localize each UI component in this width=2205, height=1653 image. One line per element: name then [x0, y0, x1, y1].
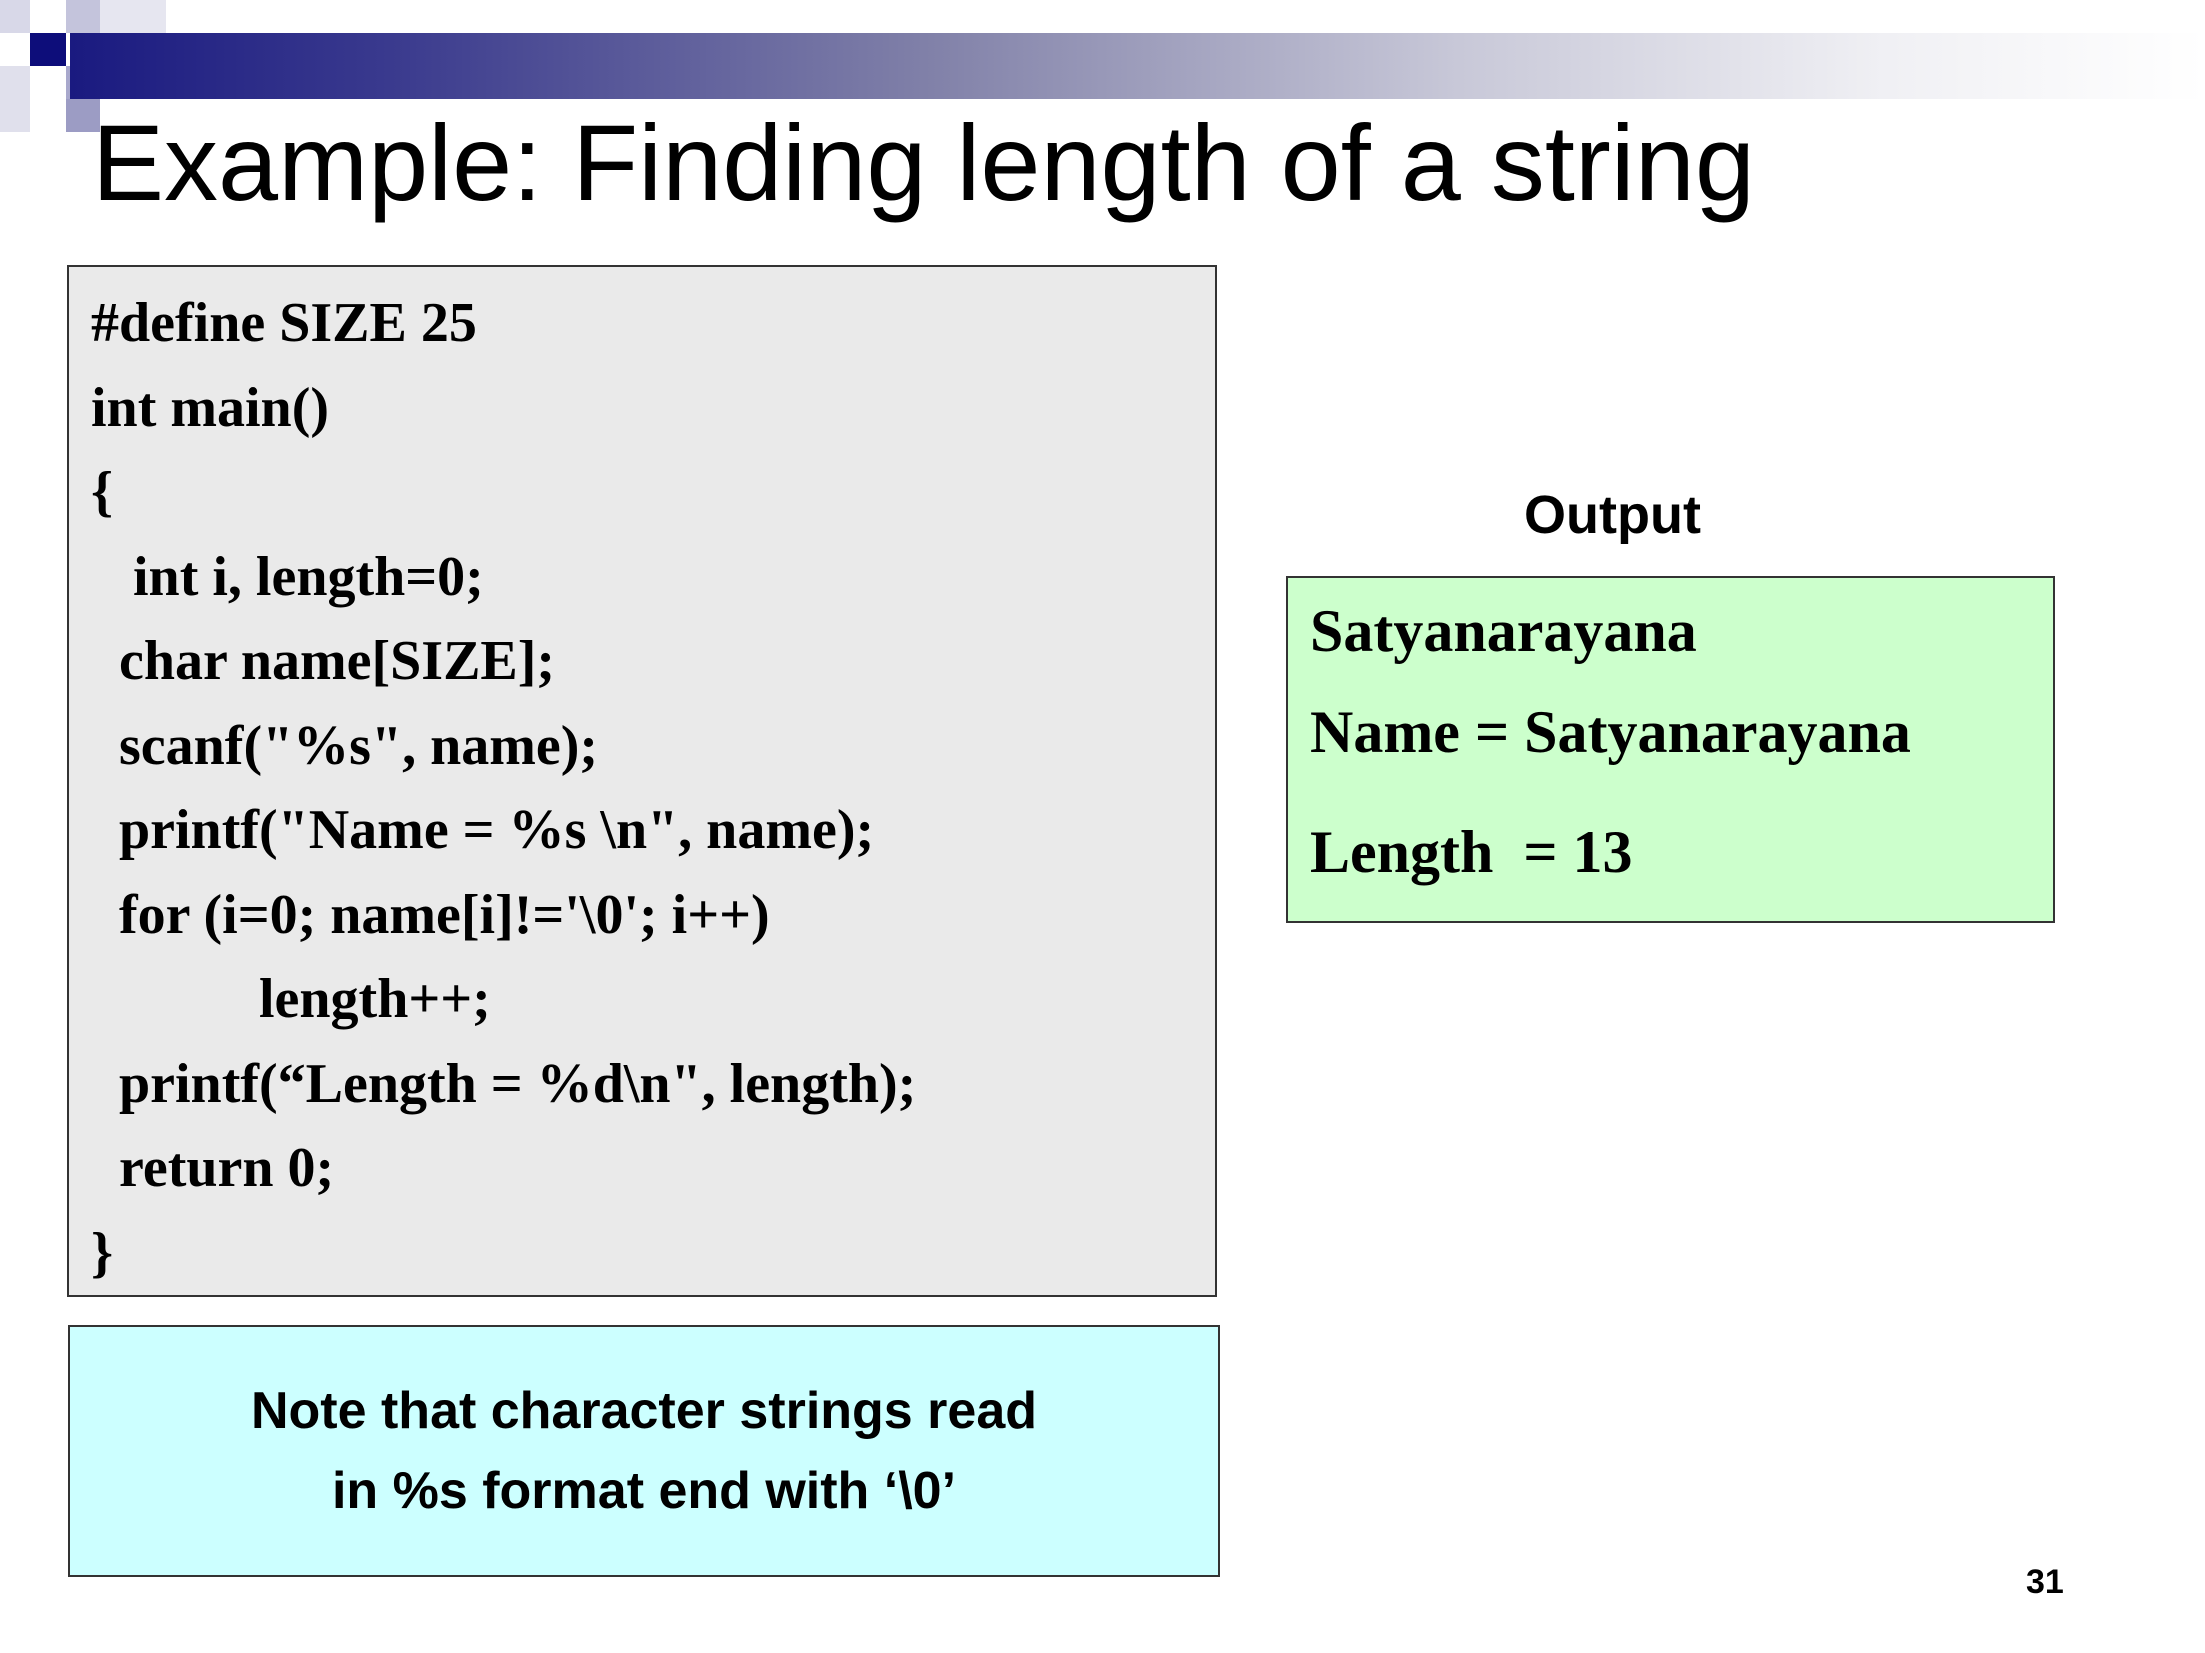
code-line: for (i=0; name[i]!='\0'; i++) [91, 883, 770, 946]
code-line: printf(“Length = %d\n", length); [91, 1052, 917, 1115]
code-block: #define SIZE 25 int main() { int i, leng… [67, 265, 1217, 1297]
code-line: char name[SIZE]; [91, 630, 556, 692]
output-line: Name = Satyanarayana [1310, 699, 1911, 765]
title-banner [70, 33, 2205, 99]
note-line: Note that character strings read [250, 1382, 1038, 1440]
banner-decoration-square [30, 33, 66, 66]
output-line: Length = 13 [1310, 819, 1633, 885]
output-label: Output [1524, 485, 1701, 545]
code-line: int main() [91, 376, 329, 439]
code-line: printf("Name = %s \n", name); [91, 799, 875, 861]
banner-decoration-square [100, 0, 166, 33]
code-line: #define SIZE 25 [91, 292, 477, 354]
code-line: } [91, 1221, 114, 1284]
slide-title: Example: Finding length of a string [92, 102, 1755, 223]
page-number: 31 [2026, 1563, 2064, 1601]
note-line: in %s format end with ‘\0’ [331, 1462, 957, 1520]
code-line: return 0; [91, 1137, 335, 1199]
code-line: int i, length=0; [91, 545, 484, 608]
output-block: Satyanarayana Name = Satyanarayana Lengt… [1286, 576, 2055, 923]
code-line: length++; [91, 968, 491, 1030]
output-line: Satyanarayana [1310, 598, 1697, 664]
code-line: { [91, 461, 114, 523]
banner-decoration-square [66, 0, 100, 33]
banner-decoration-square [0, 0, 30, 33]
code-line: scanf("%s", name); [91, 714, 599, 777]
banner-decoration-square [0, 66, 30, 132]
note-callout: Note that character strings read in %s f… [68, 1325, 1220, 1577]
